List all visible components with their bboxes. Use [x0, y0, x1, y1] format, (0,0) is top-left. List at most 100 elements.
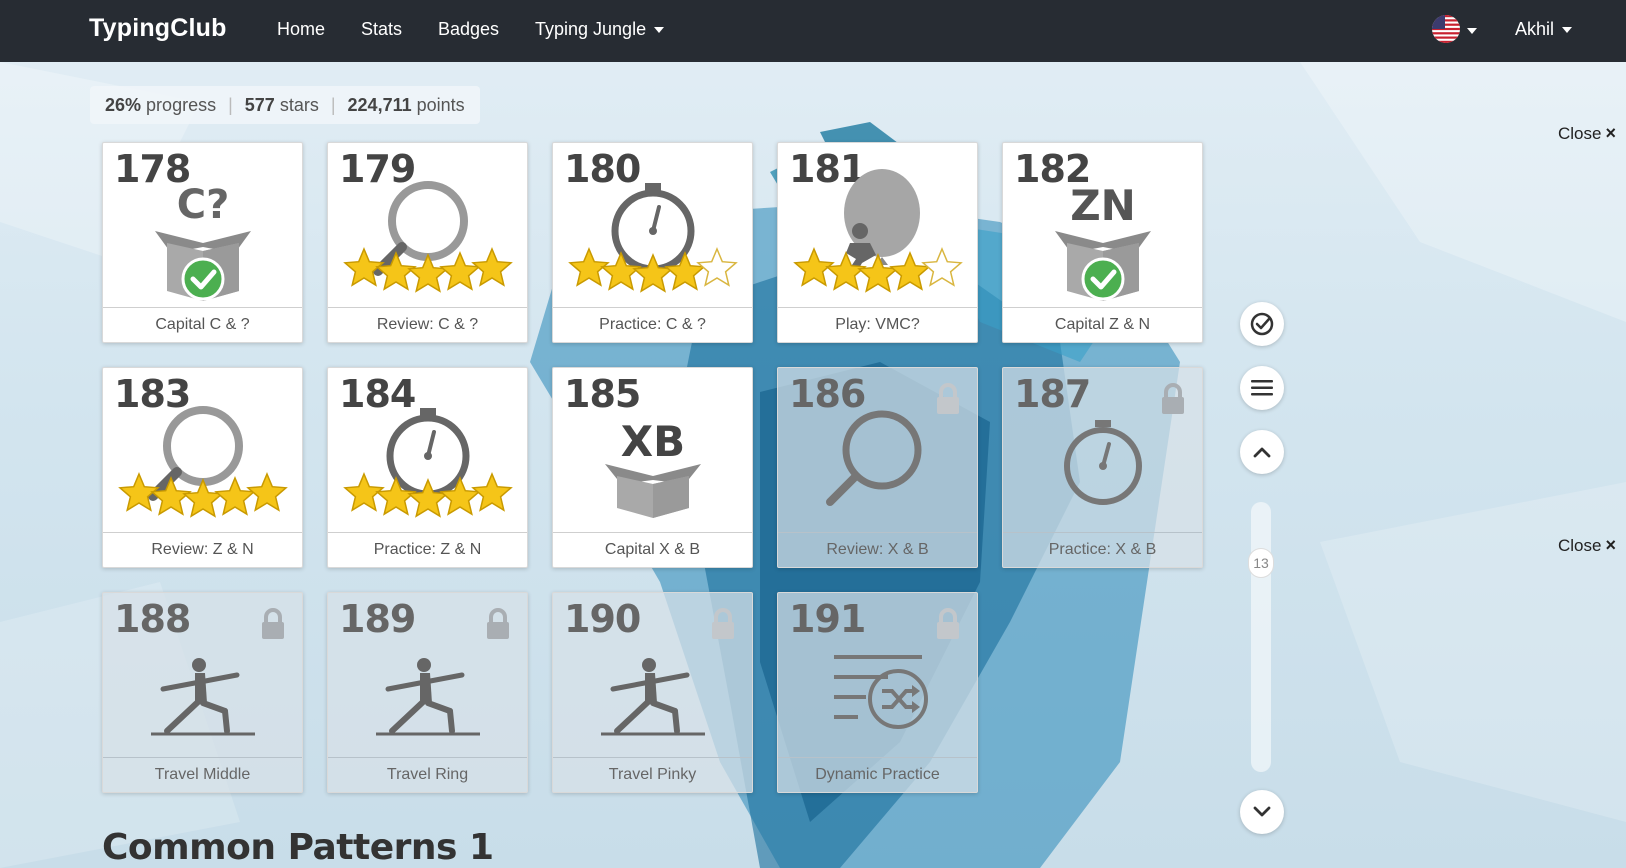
lesson-card-179[interactable]: 179 Review: C & ?: [327, 142, 528, 343]
close-label: Close: [1558, 536, 1602, 555]
progress-label: progress: [146, 94, 217, 115]
user-menu-dropdown[interactable]: Akhil: [1515, 19, 1573, 40]
lesson-label: Travel Middle: [103, 757, 302, 792]
nav-badges-link[interactable]: Badges: [438, 19, 499, 40]
lesson-label: Practice: X & B: [1003, 532, 1202, 567]
star-filled-icon: [246, 472, 288, 512]
yoga-pose-icon: [151, 658, 255, 736]
yoga-pose-icon: [601, 658, 705, 736]
star-rating: [343, 247, 513, 293]
lesson-card-183[interactable]: 183 Review: Z & N: [102, 367, 303, 568]
top-navbar: TypingClub Home Stats Badges Typing Jung…: [0, 0, 1626, 62]
lesson-keys: C?: [177, 182, 230, 228]
stopwatch-icon: [568, 183, 738, 293]
us-flag-icon[interactable]: [1432, 15, 1460, 43]
separator: |: [228, 94, 233, 115]
user-name: Akhil: [1515, 19, 1555, 39]
close-icon: ×: [1605, 535, 1616, 555]
section-heading: Common Patterns 1: [102, 827, 494, 868]
lesson-label: Capital Z & N: [1003, 307, 1202, 342]
brand-logo[interactable]: TypingClub: [89, 14, 227, 43]
menu-icon: [1251, 380, 1273, 396]
lesson-label: Practice: Z & N: [328, 532, 527, 567]
lesson-card-185[interactable]: 185 XB Capital X & B: [552, 367, 753, 568]
nav-typing-jungle-dropdown[interactable]: Typing Jungle: [535, 19, 665, 40]
stopwatch-icon: [343, 408, 513, 518]
stopwatch-icon: [1064, 420, 1142, 505]
checkmark-icon: [181, 257, 225, 301]
magnifier-icon: [118, 406, 288, 518]
lesson-scroll-track[interactable]: [1251, 502, 1271, 772]
stars-label: stars: [279, 94, 319, 115]
open-box-icon: C?: [155, 182, 251, 301]
progress-value: 26%: [105, 94, 142, 115]
shuffle-list-icon: [834, 655, 928, 729]
checkmark-icon: [1081, 257, 1125, 301]
star-filled-icon: [439, 251, 481, 291]
lesson-keys: ZN: [1070, 181, 1136, 230]
balloon-game-icon: [793, 169, 963, 293]
scroll-up-button[interactable]: [1240, 430, 1284, 474]
lesson-card-190[interactable]: 190 Travel Pinky: [552, 592, 753, 793]
star-filled-icon: [471, 247, 513, 287]
lesson-label: Review: Z & N: [103, 532, 302, 567]
chevron-down-icon: [654, 27, 665, 34]
lesson-label: Review: X & B: [778, 532, 977, 567]
star-filled-icon: [214, 476, 256, 516]
star-filled-icon: [471, 472, 513, 512]
lesson-label: Capital X & B: [553, 532, 752, 567]
lesson-card-188[interactable]: 188 Travel Middle: [102, 592, 303, 793]
nav-home-link[interactable]: Home: [277, 19, 325, 40]
lesson-keys: XB: [621, 417, 685, 466]
lesson-card-191[interactable]: 191 Dynamic Practice: [777, 592, 978, 793]
lesson-card-181[interactable]: 181 Play: VMC?: [777, 142, 978, 343]
lesson-card-186[interactable]: 186 Review: X & B: [777, 367, 978, 568]
menu-button[interactable]: [1240, 366, 1284, 410]
yoga-pose-icon: [376, 658, 480, 736]
nav-stats-link[interactable]: Stats: [361, 19, 402, 40]
stars-value: 577: [244, 94, 275, 115]
close-icon: ×: [1605, 123, 1616, 143]
lesson-label: Review: C & ?: [328, 307, 527, 342]
star-rating: [568, 247, 738, 293]
lesson-card-182[interactable]: 182 ZN Capital Z & N: [1002, 142, 1203, 343]
magnifier-icon: [343, 181, 513, 293]
lesson-label: Capital C & ?: [103, 307, 302, 342]
open-box-icon: ZN: [1055, 181, 1151, 301]
star-empty-icon: [921, 247, 963, 287]
lesson-card-184[interactable]: 184 Practice: Z & N: [327, 367, 528, 568]
lesson-scroll-thumb[interactable]: 13: [1248, 548, 1274, 578]
close-button-top[interactable]: Close ×: [1558, 123, 1616, 144]
star-empty-icon: [696, 247, 738, 287]
lesson-label: Travel Ring: [328, 757, 527, 792]
star-filled-icon: [407, 253, 449, 293]
close-label: Close: [1558, 124, 1602, 143]
lesson-card-189[interactable]: 189 Travel Ring: [327, 592, 528, 793]
scroll-down-button[interactable]: [1240, 790, 1284, 834]
lesson-card-178[interactable]: 178 C? Capital C & ?: [102, 142, 303, 343]
star-filled-icon: [150, 476, 192, 516]
star-rating: [343, 472, 513, 518]
lesson-label: Travel Pinky: [553, 757, 752, 792]
star-rating: [793, 247, 963, 293]
points-value: 224,711: [347, 94, 412, 115]
star-rating: [118, 472, 288, 518]
language-chevron-down-icon[interactable]: [1467, 28, 1477, 34]
open-box-icon: XB: [605, 417, 701, 518]
check-circle-icon: [1250, 312, 1274, 336]
chevron-up-icon: [1253, 447, 1271, 458]
star-filled-icon: [182, 478, 224, 518]
lesson-label: Practice: C & ?: [553, 307, 752, 342]
lesson-card-187[interactable]: 187 Practice: X & B: [1002, 367, 1203, 568]
points-label: points: [416, 94, 465, 115]
user-chevron-down-icon: [1562, 27, 1573, 34]
close-button-middle[interactable]: Close ×: [1558, 535, 1616, 556]
check-circle-button[interactable]: [1240, 302, 1284, 346]
lesson-label: Dynamic Practice: [778, 757, 977, 792]
star-filled-icon: [889, 251, 931, 291]
magnifier-icon: [826, 410, 922, 506]
star-filled-icon: [375, 251, 417, 291]
separator: |: [330, 94, 336, 115]
lesson-card-180[interactable]: 180 Practice: C & ?: [552, 142, 753, 343]
progress-summary: 26% progress | 577 stars | 224,711 point…: [90, 86, 480, 124]
